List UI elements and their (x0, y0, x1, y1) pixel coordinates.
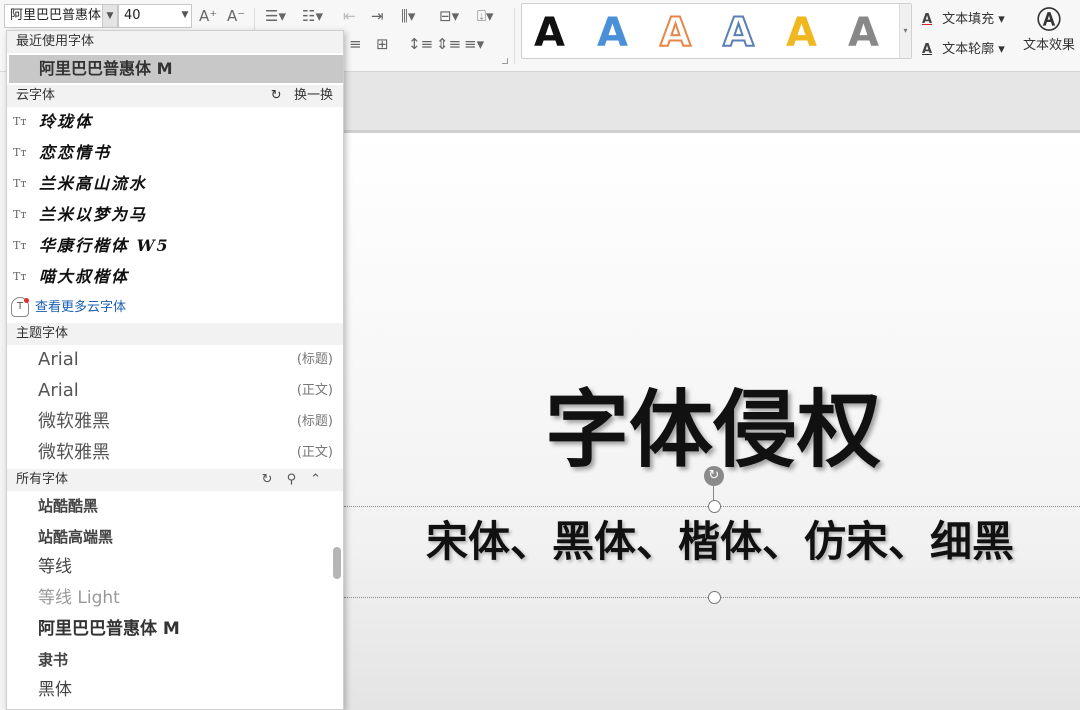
text-fill-button[interactable]: A 文本填充 ▾ (922, 8, 1005, 27)
paragraph-spacing-icon[interactable]: ⇕≡ (436, 34, 461, 54)
font-list-item[interactable]: 等线 (7, 552, 329, 582)
text-direction-icon[interactable]: ⍗▾ (477, 6, 494, 26)
spacing-options-icon[interactable]: ≡▾ (464, 34, 484, 54)
style-orange-outline-a-icon[interactable]: A (659, 9, 692, 57)
recent-font-item[interactable]: 阿里巴巴普惠体 M (9, 55, 343, 83)
font-list-item[interactable]: 阿里巴巴普惠体 M (7, 614, 329, 644)
font-name-input[interactable]: 阿里巴巴普惠体M (4, 4, 118, 28)
cloud-font-icon: Tт (13, 270, 27, 283)
text-outline-label: 文本轮廓 (942, 42, 995, 57)
separator (514, 8, 515, 64)
text-effect-label: 文本效果 (1022, 38, 1075, 53)
collapse-icon[interactable]: ⌃ (310, 472, 335, 487)
text-box-icon[interactable]: ⊟▾ (439, 6, 459, 26)
rotate-handle-icon[interactable]: ↻ (704, 466, 724, 486)
theme-font-item[interactable]: 微软雅黑 (正文) (7, 438, 343, 468)
bullet-list-icon[interactable]: ☰▾ (265, 6, 286, 26)
more-cloud-fonts-label: 查看更多云字体 (35, 300, 127, 315)
wordart-style-gallery[interactable]: A A A A A A ▾ (521, 3, 912, 59)
resize-handle-bottom[interactable] (708, 591, 721, 604)
more-cloud-fonts-link[interactable]: T 查看更多云字体 (7, 295, 343, 321)
text-outline-button[interactable]: A 文本轮廓 ▾ (922, 38, 1005, 57)
style-black-a-icon[interactable]: A (534, 10, 565, 56)
distribute-icon[interactable]: ⊞ (376, 34, 389, 54)
cloud-font-item[interactable]: Tт 玲珑体 (7, 107, 343, 137)
cloud-fonts-title: 云字体 (16, 88, 56, 103)
font-list-item[interactable]: 等线 Light (7, 583, 329, 613)
cloud-fonts-header: 云字体 ↻ 换一换 (7, 85, 343, 107)
gallery-more-icon[interactable]: ▾ (899, 4, 911, 58)
cloud-font-icon: Tт (13, 115, 27, 128)
text-fill-icon: A (922, 12, 933, 27)
style-gray-a-icon[interactable]: A (848, 10, 879, 56)
justify-icon[interactable]: ≡ (349, 34, 362, 54)
text-outline-icon: A (922, 42, 933, 57)
font-list-item[interactable]: 黑体 (7, 675, 329, 705)
cloud-font-item[interactable]: Tт 兰米以梦为马 (7, 200, 343, 230)
refresh-label: 换一换 (293, 88, 333, 103)
recent-fonts-header: 最近使用字体 (7, 31, 343, 53)
refresh-icon[interactable]: ↻ (262, 472, 287, 487)
font-list-item[interactable]: 站酷酷黑 (7, 491, 329, 521)
all-fonts-title: 所有字体 (16, 472, 69, 487)
style-blue-outline-a-icon[interactable]: A (722, 9, 755, 57)
theme-fonts-header: 主题字体 (7, 323, 343, 345)
theme-font-item[interactable]: 微软雅黑 (标题) (7, 407, 343, 437)
dialog-launcher-icon[interactable] (502, 58, 508, 64)
slide-title[interactable]: 字体侵权 (346, 380, 1080, 480)
pin-icon[interactable]: ⚲ (287, 472, 311, 487)
increase-indent-icon[interactable]: ⇥ (371, 6, 384, 26)
cloud-font-item[interactable]: Tт 兰米高山流水 (7, 169, 343, 199)
style-gold-a-icon[interactable]: A (786, 10, 817, 56)
cloud-font-icon: Tт (13, 239, 27, 252)
cloud-font-item[interactable]: Tт 喵大叔楷体 (7, 262, 343, 292)
font-size-dropdown-icon[interactable]: ▼ (178, 4, 192, 28)
font-list-item[interactable]: 站酷高端黑 (7, 522, 329, 552)
cloud-font-item[interactable]: Tт 华康行楷体 W5 (7, 231, 343, 261)
cloud-font-icon: Tт (13, 208, 27, 221)
font-name-dropdown-icon[interactable]: ▼ (102, 4, 118, 28)
text-effect-button[interactable]: Ⓐ 文本效果 (1018, 6, 1080, 53)
cloud-font-item[interactable]: Tт 恋恋情书 (7, 138, 343, 168)
shrink-font-button[interactable]: A⁻ (227, 6, 245, 26)
text-effect-icon: Ⓐ (1037, 6, 1061, 34)
cloud-font-icon: Tт (13, 146, 27, 159)
grow-font-button[interactable]: A⁺ (199, 6, 217, 26)
decrease-indent-icon[interactable]: ⇤ (343, 6, 356, 26)
font-list-item[interactable]: 隶书 (7, 645, 329, 675)
numbered-list-icon[interactable]: ☷▾ (302, 6, 323, 26)
style-blue-a-icon[interactable]: A (597, 10, 628, 56)
font-list-scrollbar[interactable] (333, 547, 341, 579)
line-spacing-icon[interactable]: ↕≡ (408, 34, 433, 54)
all-fonts-actions: ↻⚲⌃ (262, 469, 335, 491)
theme-font-item[interactable]: Arial (正文) (7, 376, 343, 406)
all-fonts-header: 所有字体 ↻⚲⌃ (7, 469, 343, 491)
notification-dot (24, 298, 29, 303)
theme-font-item[interactable]: Arial (标题) (7, 345, 343, 375)
slide-subtitle[interactable]: 宋体、黑体、楷体、仿宋、细黑 (360, 512, 1080, 572)
text-fill-label: 文本填充 (942, 12, 995, 27)
cloud-font-icon: Tт (13, 177, 27, 190)
font-dropdown-panel: 最近使用字体 阿里巴巴普惠体 M 云字体 ↻ 换一换 Tт 玲珑体 Tт 恋恋情书 … (6, 30, 344, 710)
refresh-cloud-button[interactable]: ↻ 换一换 (271, 85, 333, 107)
column-icon[interactable]: ⫼▾ (401, 6, 415, 26)
